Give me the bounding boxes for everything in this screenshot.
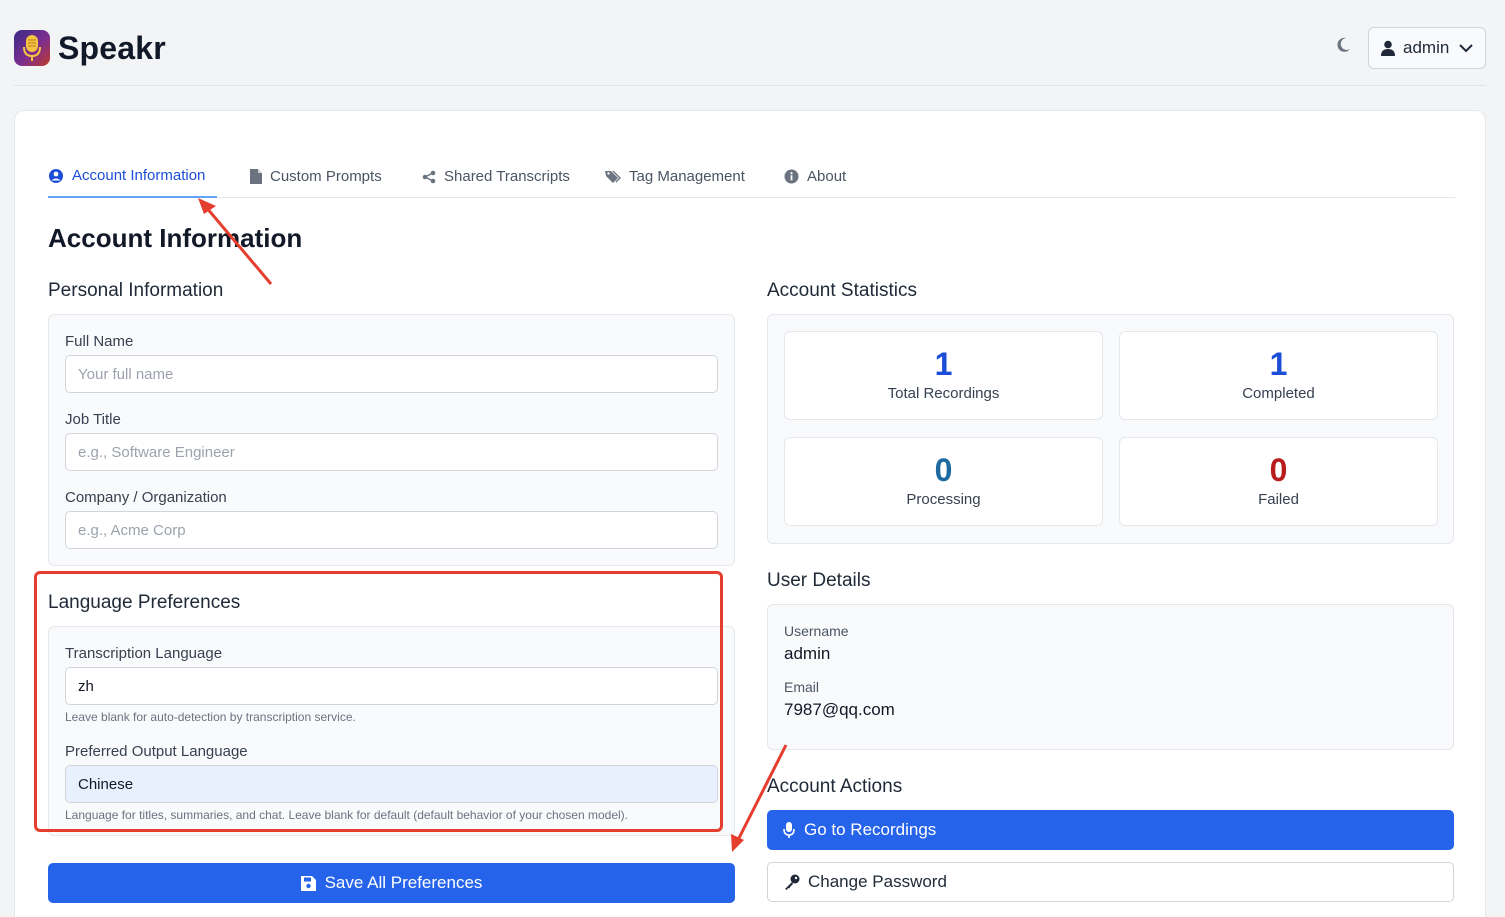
annotation-arrow-save xyxy=(731,744,788,852)
annotation-arrows xyxy=(198,198,788,852)
annotation-arrow-tab xyxy=(198,198,273,285)
